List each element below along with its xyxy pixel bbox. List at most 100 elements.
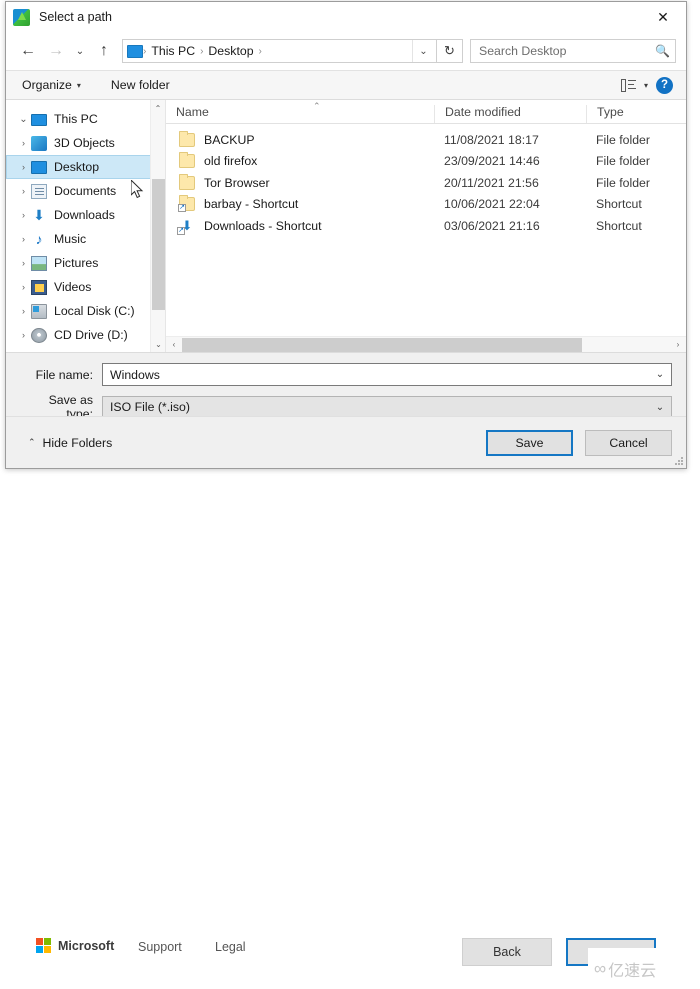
tree-twisty-icon[interactable]: ›: [16, 234, 31, 244]
tree-twisty-icon[interactable]: ›: [16, 186, 31, 196]
legal-link[interactable]: Legal: [215, 940, 246, 954]
sidebar-item-cd-drive-d[interactable]: › CD Drive (D:): [6, 323, 165, 347]
sidebar-item-label: Videos: [54, 280, 92, 294]
watermark-text: 亿速云: [608, 960, 657, 980]
file-name-cell: ↗ barbay - Shortcut: [166, 195, 434, 213]
file-date-cell: 23/09/2021 14:46: [444, 154, 540, 169]
refresh-icon[interactable]: ↻: [437, 39, 463, 63]
search-input[interactable]: Search Desktop: [479, 44, 655, 58]
sidebar-item-label: Music: [54, 232, 87, 246]
tree-twisty-icon[interactable]: ›: [16, 258, 31, 268]
tree-twisty-icon[interactable]: ›: [16, 138, 31, 148]
view-lines-icon: [627, 79, 636, 92]
recent-locations-icon[interactable]: ⌄: [70, 37, 90, 65]
help-icon[interactable]: ?: [656, 76, 673, 94]
hscroll-track[interactable]: [182, 337, 670, 353]
file-date-cell: 11/08/2021 18:17: [444, 132, 539, 147]
save-button[interactable]: Save: [486, 429, 573, 456]
sidebar-item-music[interactable]: › ♪ Music: [6, 227, 165, 251]
file-type-cell: File folder: [596, 175, 650, 190]
search-box[interactable]: Search Desktop 🔍: [470, 39, 676, 63]
tree-twisty-icon[interactable]: ›: [16, 162, 31, 172]
table-row[interactable]: BACKUP 11/08/2021 18:17 File folder: [166, 129, 686, 151]
microsoft-brand: Microsoft: [36, 938, 114, 953]
dialog-titlebar[interactable]: Select a path ✕: [6, 2, 686, 32]
table-row[interactable]: Tor Browser 20/11/2021 21:56 File folder: [166, 172, 686, 194]
file-date-cell: 20/11/2021 21:56: [444, 175, 539, 190]
cancel-button[interactable]: Cancel: [585, 429, 672, 456]
sidebar-item-3d-objects[interactable]: › 3D Objects: [6, 131, 165, 155]
table-row[interactable]: ⬇ ↗ Downloads - Shortcut 03/06/2021 21:16 Sh…: [166, 215, 686, 237]
background-footer: Microsoft Support Legal Back ∞ 亿速云: [0, 466, 700, 989]
tree-vertical-scrollbar[interactable]: ⌃ ⌄: [150, 100, 165, 352]
file-type-cell: Shortcut: [596, 197, 642, 212]
background-back-button[interactable]: Back: [462, 938, 552, 966]
sidebar-item-pictures[interactable]: › Pictures: [6, 251, 165, 275]
tree-twisty-icon[interactable]: ›: [16, 306, 31, 316]
savetype-value: ISO File (*.iso): [110, 400, 190, 414]
shortcut-arrow-icon: ↗: [178, 204, 186, 213]
forward-icon[interactable]: →: [42, 37, 70, 65]
column-header-date-modified[interactable]: Date modified: [434, 105, 586, 123]
this-pc-icon: [127, 44, 143, 58]
tree-twisty-icon[interactable]: ›: [16, 330, 31, 340]
tree-scroll-down-icon[interactable]: ⌄: [151, 336, 166, 352]
folder-icon: [179, 173, 195, 190]
watermark-logo-icon: ∞: [594, 958, 606, 978]
column-header-type[interactable]: Type: [586, 105, 686, 123]
filename-chevron-down-icon[interactable]: ⌄: [649, 369, 671, 380]
up-one-level-icon[interactable]: ↑: [90, 37, 118, 65]
sidebar-item-label: CD Drive (D:): [54, 328, 128, 342]
column-header-name[interactable]: Name: [166, 105, 434, 123]
savetype-chevron-down-icon[interactable]: ⌄: [649, 402, 671, 413]
sidebar-item-this-pc[interactable]: ⌄ This PC: [6, 107, 165, 131]
breadcrumb-desktop[interactable]: Desktop: [203, 44, 258, 58]
desk-icon: [31, 161, 47, 174]
cd-icon: [31, 327, 47, 343]
address-dropdown-icon[interactable]: ⌄: [412, 40, 434, 62]
new-folder-button[interactable]: New folder: [111, 78, 170, 92]
table-row[interactable]: old firefox 23/09/2021 14:46 File folder: [166, 151, 686, 173]
hscroll-right-icon[interactable]: ›: [670, 337, 686, 353]
dialog-title: Select a path: [39, 10, 112, 24]
resize-grip[interactable]: [674, 456, 683, 465]
breadcrumb-this-pc[interactable]: This PC: [146, 44, 200, 58]
tree-twisty-icon[interactable]: ›: [16, 210, 31, 220]
organize-button[interactable]: Organize ▾: [22, 78, 81, 92]
change-view-icon[interactable]: [620, 78, 636, 92]
close-icon[interactable]: ✕: [640, 2, 686, 32]
microsoft-logo-icon: [36, 938, 51, 953]
support-link[interactable]: Support: [138, 940, 182, 954]
hide-folders-button[interactable]: ⌃ Hide Folders: [28, 436, 112, 450]
tree-twisty-icon[interactable]: ⌄: [16, 114, 31, 125]
table-row[interactable]: ↗ barbay - Shortcut 10/06/2021 22:04 Shortc…: [166, 194, 686, 216]
sidebar-item-downloads[interactable]: › ⬇ Downloads: [6, 203, 165, 227]
filename-label: File name:: [35, 367, 93, 382]
hscroll-thumb[interactable]: [182, 337, 583, 352]
tree-scroll-up-icon[interactable]: ⌃: [151, 100, 165, 116]
filename-input[interactable]: Windows: [110, 368, 649, 382]
pc-icon: [31, 114, 47, 126]
sidebar-item-local-disk-c[interactable]: › Local Disk (C:): [6, 299, 165, 323]
sidebar-item-desktop[interactable]: › Desktop: [6, 155, 165, 179]
file-name-cell: BACKUP: [166, 130, 434, 147]
file-name-cell: old firefox: [166, 152, 434, 169]
address-bar[interactable]: › This PC › Desktop › ⌄: [122, 39, 437, 63]
sidebar-item-label: Pictures: [54, 256, 99, 270]
sidebar-item-videos[interactable]: › Videos: [6, 275, 165, 299]
pic-icon: [31, 255, 47, 271]
tree-twisty-icon[interactable]: ›: [16, 282, 31, 292]
tree-scroll-thumb[interactable]: [152, 179, 165, 310]
file-name-cell: ⬇ ↗ Downloads - Shortcut: [166, 218, 434, 235]
file-type-cell: File folder: [596, 132, 650, 147]
filename-combobox[interactable]: Windows ⌄: [102, 363, 672, 386]
shortcut-arrow-icon: ↗: [177, 226, 185, 235]
hscroll-left-icon[interactable]: ‹: [166, 337, 182, 353]
file-list-horizontal-scrollbar[interactable]: ‹ ›: [166, 336, 686, 352]
microsoft-label: Microsoft: [58, 938, 115, 953]
folder-icon: [179, 152, 195, 169]
sidebar-item-documents[interactable]: › Documents: [6, 179, 165, 203]
view-chevron-down-icon[interactable]: ▾: [644, 81, 648, 90]
file-date-cell: 03/06/2021 21:16: [444, 218, 540, 233]
back-icon[interactable]: ←: [14, 37, 42, 65]
